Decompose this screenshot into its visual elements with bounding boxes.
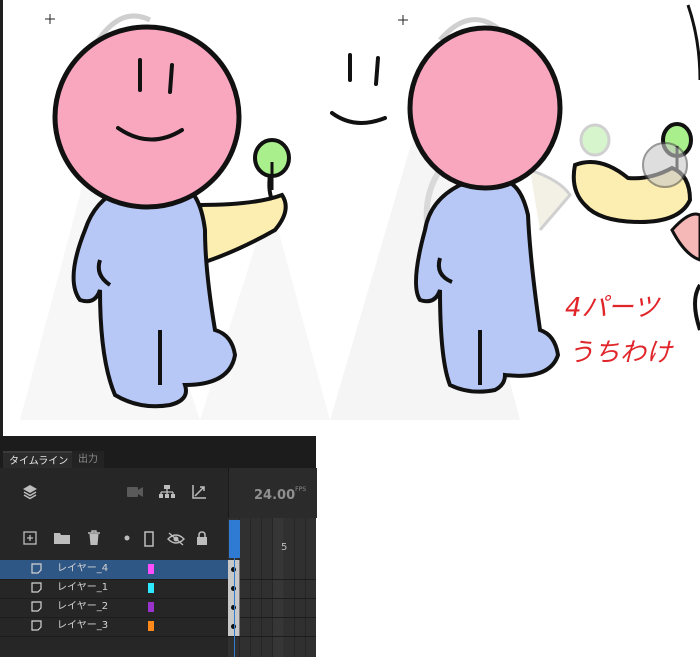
fps-display[interactable]: 24.00FPS <box>254 485 307 503</box>
layer-row[interactable]: レイヤー_3 <box>0 617 228 637</box>
layer-icon <box>31 620 42 631</box>
panel-tab-bar: タイムライン 出力 <box>0 436 316 470</box>
folder-icon[interactable] <box>53 530 71 546</box>
registration-mark-left <box>45 14 55 24</box>
fps-unit: FPS <box>295 485 307 493</box>
layer-name[interactable]: レイヤー_2 <box>57 600 108 614</box>
layer-color-swatch[interactable] <box>148 583 154 593</box>
layer-icon <box>31 582 42 593</box>
tab-output[interactable]: 出力 <box>72 451 104 468</box>
character-exploded[interactable] <box>407 4 700 394</box>
graph-icon[interactable] <box>189 482 209 502</box>
playhead-line <box>234 558 235 657</box>
layer-color-swatch[interactable] <box>148 564 154 574</box>
layer-name[interactable]: レイヤー_1 <box>57 581 108 595</box>
fps-value[interactable]: 24.00 <box>254 488 295 503</box>
layer-name[interactable]: レイヤー_4 <box>57 562 108 576</box>
canvas-artwork: 4パーツ うちわけ <box>20 4 700 420</box>
frame-number-label: 5 <box>281 542 288 553</box>
annotation-note: 4パーツ うちわけ <box>565 293 674 368</box>
frame-row[interactable] <box>228 617 316 637</box>
playhead[interactable] <box>229 520 240 558</box>
layer-icon <box>31 563 42 574</box>
layer-color-swatch[interactable] <box>148 621 154 631</box>
face-part-detached[interactable] <box>330 53 387 125</box>
layer-row[interactable]: レイヤー_2 <box>0 598 228 618</box>
layer-color-swatch[interactable] <box>148 602 154 612</box>
annotation-line-1: 4パーツ <box>565 293 661 323</box>
head-part <box>52 24 242 210</box>
timeline-panel: タイムライン 出力 24.00FPS 5 レイヤー_4 レイヤー_1 レイヤー_… <box>0 436 317 657</box>
frame-row[interactable] <box>228 560 316 580</box>
camera-icon[interactable] <box>125 483 145 501</box>
dot-icon[interactable] <box>123 534 131 542</box>
layer-name[interactable]: レイヤー_3 <box>57 619 108 633</box>
layers-icon[interactable] <box>20 482 40 502</box>
layer-row[interactable]: レイヤー_1 <box>0 579 228 599</box>
lock-icon[interactable] <box>195 530 209 546</box>
layer-row[interactable]: レイヤー_4 <box>0 560 228 580</box>
add-layer-icon[interactable] <box>22 530 38 546</box>
hierarchy-icon[interactable] <box>157 482 177 502</box>
registration-mark-right <box>398 15 408 25</box>
outline-icon[interactable] <box>143 530 155 548</box>
frame-row[interactable] <box>228 579 316 599</box>
frame-row[interactable] <box>228 598 316 618</box>
annotation-line-2: うちわけ <box>568 338 674 368</box>
head-part <box>407 25 563 191</box>
trash-icon[interactable] <box>86 529 102 547</box>
hide-icon[interactable] <box>166 531 186 547</box>
layer-icon <box>31 601 42 612</box>
